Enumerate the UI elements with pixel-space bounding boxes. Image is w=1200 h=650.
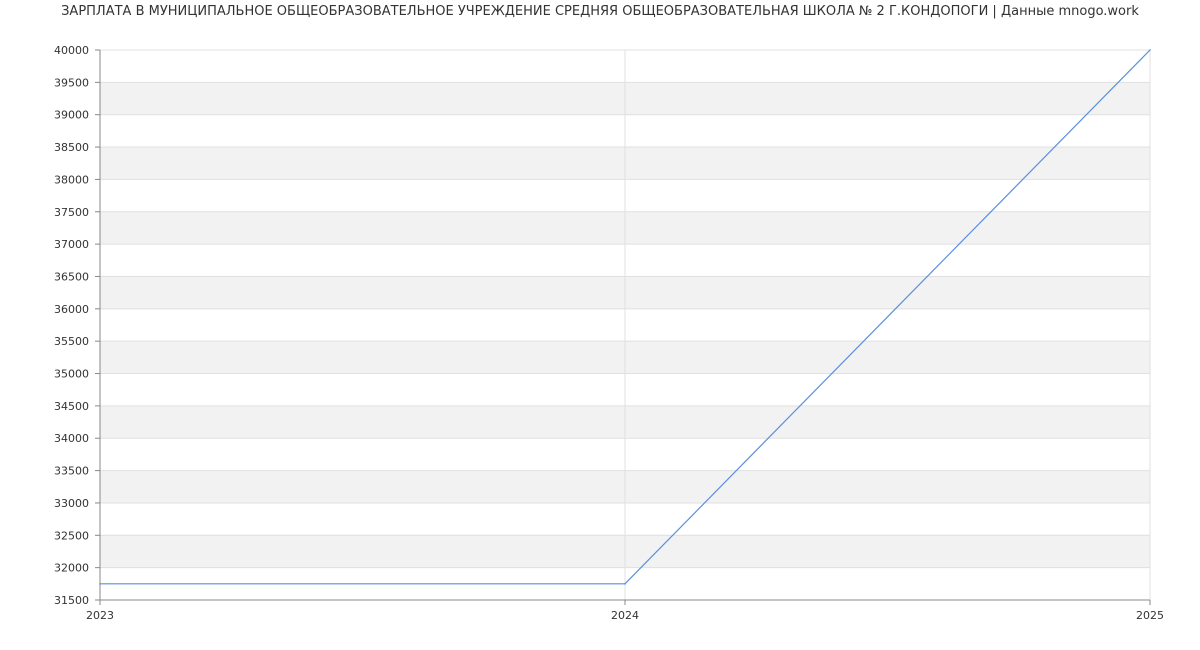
y-tick-label: 33000	[54, 497, 89, 510]
x-tick-label: 2024	[611, 609, 639, 622]
y-tick-label: 34500	[54, 400, 89, 413]
y-tick-label: 32500	[54, 529, 89, 542]
y-tick-label: 35000	[54, 368, 89, 381]
y-tick-label: 34000	[54, 432, 89, 445]
y-tick-label: 36500	[54, 270, 89, 283]
data-point	[1149, 49, 1151, 51]
data-point	[99, 583, 101, 585]
y-tick-label: 39500	[54, 76, 89, 89]
y-tick-label: 35500	[54, 335, 89, 348]
y-tick-label: 32000	[54, 562, 89, 575]
y-tick-label: 38500	[54, 141, 89, 154]
x-tick-label: 2025	[1136, 609, 1164, 622]
y-tick-label: 36000	[54, 303, 89, 316]
y-tick-label: 31500	[54, 594, 89, 607]
data-point	[624, 583, 626, 585]
y-tick-label: 33500	[54, 465, 89, 478]
y-axis-ticks: 31500 32000 32500 33000 33500 34000 34500 35000…	[54, 44, 100, 607]
y-tick-label: 38000	[54, 173, 89, 186]
y-tick-label: 40000	[54, 44, 89, 57]
x-axis-ticks: 2023 2024 2025	[86, 600, 1164, 622]
x-tick-label: 2023	[86, 609, 114, 622]
y-tick-label: 37000	[54, 238, 89, 251]
y-tick-label: 39000	[54, 109, 89, 122]
line-chart: 31500 32000 32500 33000 33500 34000 34500 35000…	[54, 44, 1164, 622]
y-tick-label: 37500	[54, 206, 89, 219]
